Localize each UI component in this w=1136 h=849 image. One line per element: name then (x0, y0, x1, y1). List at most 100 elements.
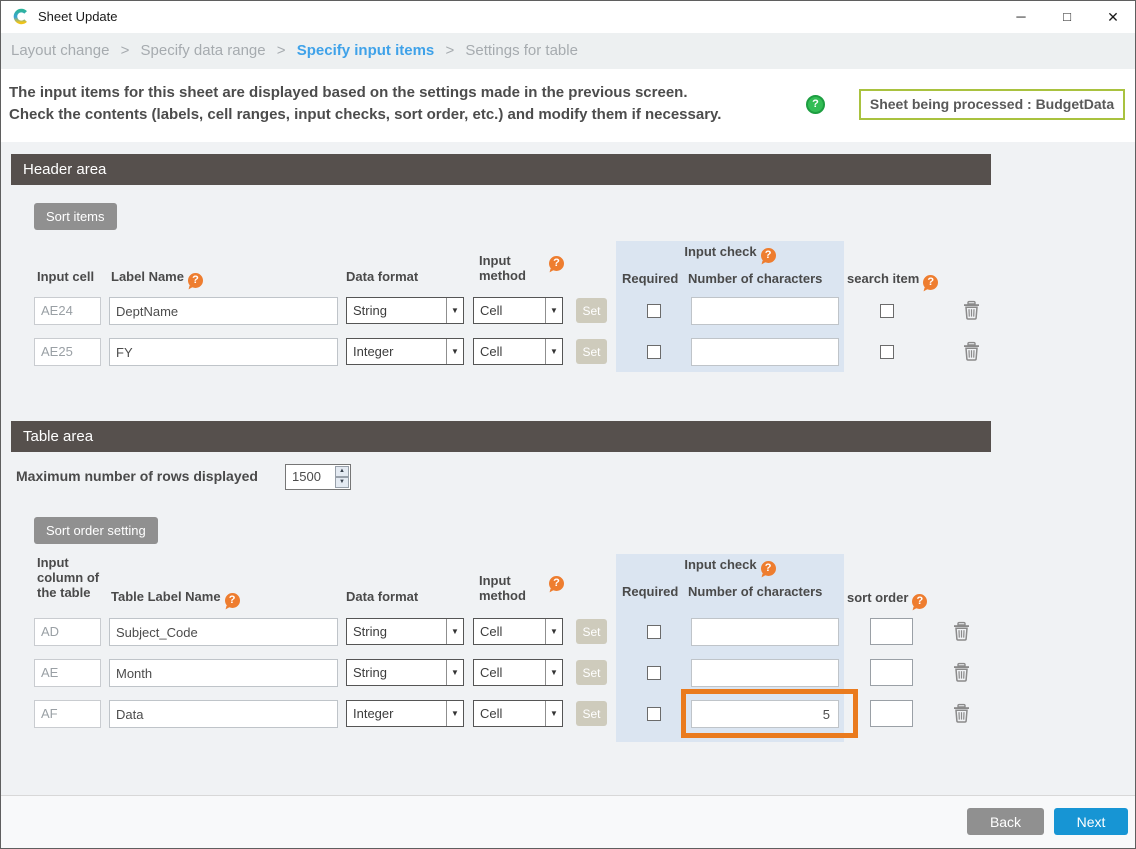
table-row: AD String▼ Cell▼ Set (1, 618, 1135, 646)
required-checkbox[interactable] (647, 625, 661, 639)
column-header-input-check-text: Input check (684, 244, 756, 259)
intro-text-line1: The input items for this sheet are displ… (9, 84, 688, 101)
number-of-characters-input[interactable] (691, 297, 839, 325)
help-icon[interactable]: ? (806, 95, 825, 114)
table-label-name-input[interactable] (109, 700, 338, 728)
data-format-value: Integer (353, 706, 393, 721)
help-icon[interactable]: ? (549, 576, 564, 591)
column-header-label-name-text: Label Name (111, 269, 184, 284)
sort-order-input[interactable] (870, 618, 913, 645)
title-bar: Sheet Update ─ □ ✕ (1, 1, 1135, 33)
help-icon[interactable]: ? (912, 594, 927, 609)
column-header-input-check: Input check? (616, 244, 844, 263)
column-header-label-name: Label Name? (111, 269, 203, 288)
required-checkbox[interactable] (647, 345, 661, 359)
data-format-select[interactable]: Integer ▼ (346, 700, 464, 727)
input-column-ref: AF (34, 700, 101, 728)
breadcrumb-separator: > (121, 42, 130, 59)
table-row: AE String ▼ Cell ▼ Set (1, 659, 1135, 687)
chevron-down-icon: ▼ (545, 619, 562, 644)
set-button[interactable]: Set (576, 339, 607, 364)
number-of-characters-input[interactable] (691, 659, 839, 687)
column-header-input-cell: Input cell (37, 269, 94, 285)
set-button[interactable]: Set (576, 298, 607, 323)
trash-icon[interactable] (952, 662, 970, 683)
required-checkbox[interactable] (647, 304, 661, 318)
input-method-select[interactable]: Cell▼ (473, 297, 563, 324)
breadcrumb-separator: > (277, 42, 286, 59)
input-column-ref: AE (34, 659, 101, 687)
label-name-input[interactable] (109, 297, 338, 325)
chevron-down-icon: ▼ (446, 701, 463, 726)
search-item-checkbox[interactable] (880, 304, 894, 318)
search-item-checkbox[interactable] (880, 345, 894, 359)
maximize-icon[interactable]: □ (1048, 1, 1086, 33)
max-rows-label: Maximum number of rows displayed (16, 468, 258, 484)
number-of-characters-input[interactable] (691, 618, 839, 646)
spinner-down-icon[interactable]: ▼ (335, 477, 349, 488)
data-format-value: String (353, 624, 387, 639)
next-button[interactable]: Next (1054, 808, 1128, 835)
column-header-data-format: Data format (346, 589, 418, 605)
spinner-up-icon[interactable]: ▲ (335, 466, 349, 477)
trash-icon[interactable] (962, 300, 980, 321)
max-rows-spinner[interactable]: 1500 ▲ ▼ (285, 464, 351, 490)
help-icon[interactable]: ? (761, 248, 776, 263)
header-row: AE25 Integer▼ Cell▼ Set (1, 338, 1135, 366)
back-button[interactable]: Back (967, 808, 1044, 835)
help-icon[interactable]: ? (188, 273, 203, 288)
help-icon[interactable]: ? (761, 561, 776, 576)
required-checkbox[interactable] (647, 707, 661, 721)
column-header-number-of-characters: Number of characters (688, 584, 822, 600)
number-of-characters-input[interactable] (691, 338, 839, 366)
chevron-down-icon: ▼ (545, 660, 562, 685)
table-label-name-input[interactable] (109, 618, 338, 646)
input-method-select[interactable]: Cell ▼ (473, 659, 563, 686)
input-method-select[interactable]: Cell▼ (473, 618, 563, 645)
set-button[interactable]: Set (576, 619, 607, 644)
set-button[interactable]: Set (576, 701, 607, 726)
sort-order-input[interactable] (870, 659, 913, 686)
number-of-characters-input[interactable] (691, 700, 839, 728)
breadcrumb-step-specify-input-items: Specify input items (297, 42, 435, 59)
trash-icon[interactable] (962, 341, 980, 362)
sheet-being-processed-badge: Sheet being processed : BudgetData (859, 89, 1125, 120)
required-checkbox[interactable] (647, 666, 661, 680)
sheet-update-window: Sheet Update ─ □ ✕ Layout change > Speci… (0, 0, 1136, 849)
column-header-search-item-text: search item (847, 271, 919, 286)
app-logo-icon (13, 8, 30, 25)
trash-icon[interactable] (952, 703, 970, 724)
data-format-select[interactable]: String▼ (346, 297, 464, 324)
input-method-value: Cell (480, 665, 502, 680)
column-header-search-item: search item? (847, 271, 938, 290)
sort-order-setting-button[interactable]: Sort order setting (34, 517, 158, 544)
breadcrumb-separator: > (445, 42, 454, 59)
data-format-select[interactable]: Integer▼ (346, 338, 464, 365)
sort-order-input[interactable] (870, 700, 913, 727)
help-icon[interactable]: ? (923, 275, 938, 290)
close-icon[interactable]: ✕ (1094, 1, 1132, 33)
trash-icon[interactable] (952, 621, 970, 642)
input-cell-ref: AE24 (34, 297, 101, 325)
help-icon[interactable]: ? (549, 256, 564, 271)
chevron-down-icon: ▼ (446, 660, 463, 685)
input-method-value: Cell (480, 706, 502, 721)
table-row: AF Integer ▼ Cell▼ Set (1, 700, 1135, 728)
input-method-select[interactable]: Cell▼ (473, 700, 563, 727)
input-method-select[interactable]: Cell▼ (473, 338, 563, 365)
set-button[interactable]: Set (576, 660, 607, 685)
data-format-select[interactable]: String▼ (346, 618, 464, 645)
column-header-input-check-text: Input check (684, 557, 756, 572)
input-cell-ref: AE25 (34, 338, 101, 366)
label-name-input[interactable] (109, 338, 338, 366)
sort-items-button[interactable]: Sort items (34, 203, 117, 230)
chevron-down-icon: ▼ (545, 339, 562, 364)
breadcrumb-step-settings-for-table: Settings for table (465, 42, 578, 59)
chevron-down-icon: ▼ (545, 298, 562, 323)
column-header-number-of-characters: Number of characters (688, 271, 822, 287)
data-format-select[interactable]: String ▼ (346, 659, 464, 686)
help-icon[interactable]: ? (225, 593, 240, 608)
data-format-value: String (353, 665, 387, 680)
minimize-icon[interactable]: ─ (1002, 1, 1040, 33)
table-label-name-input[interactable] (109, 659, 338, 687)
